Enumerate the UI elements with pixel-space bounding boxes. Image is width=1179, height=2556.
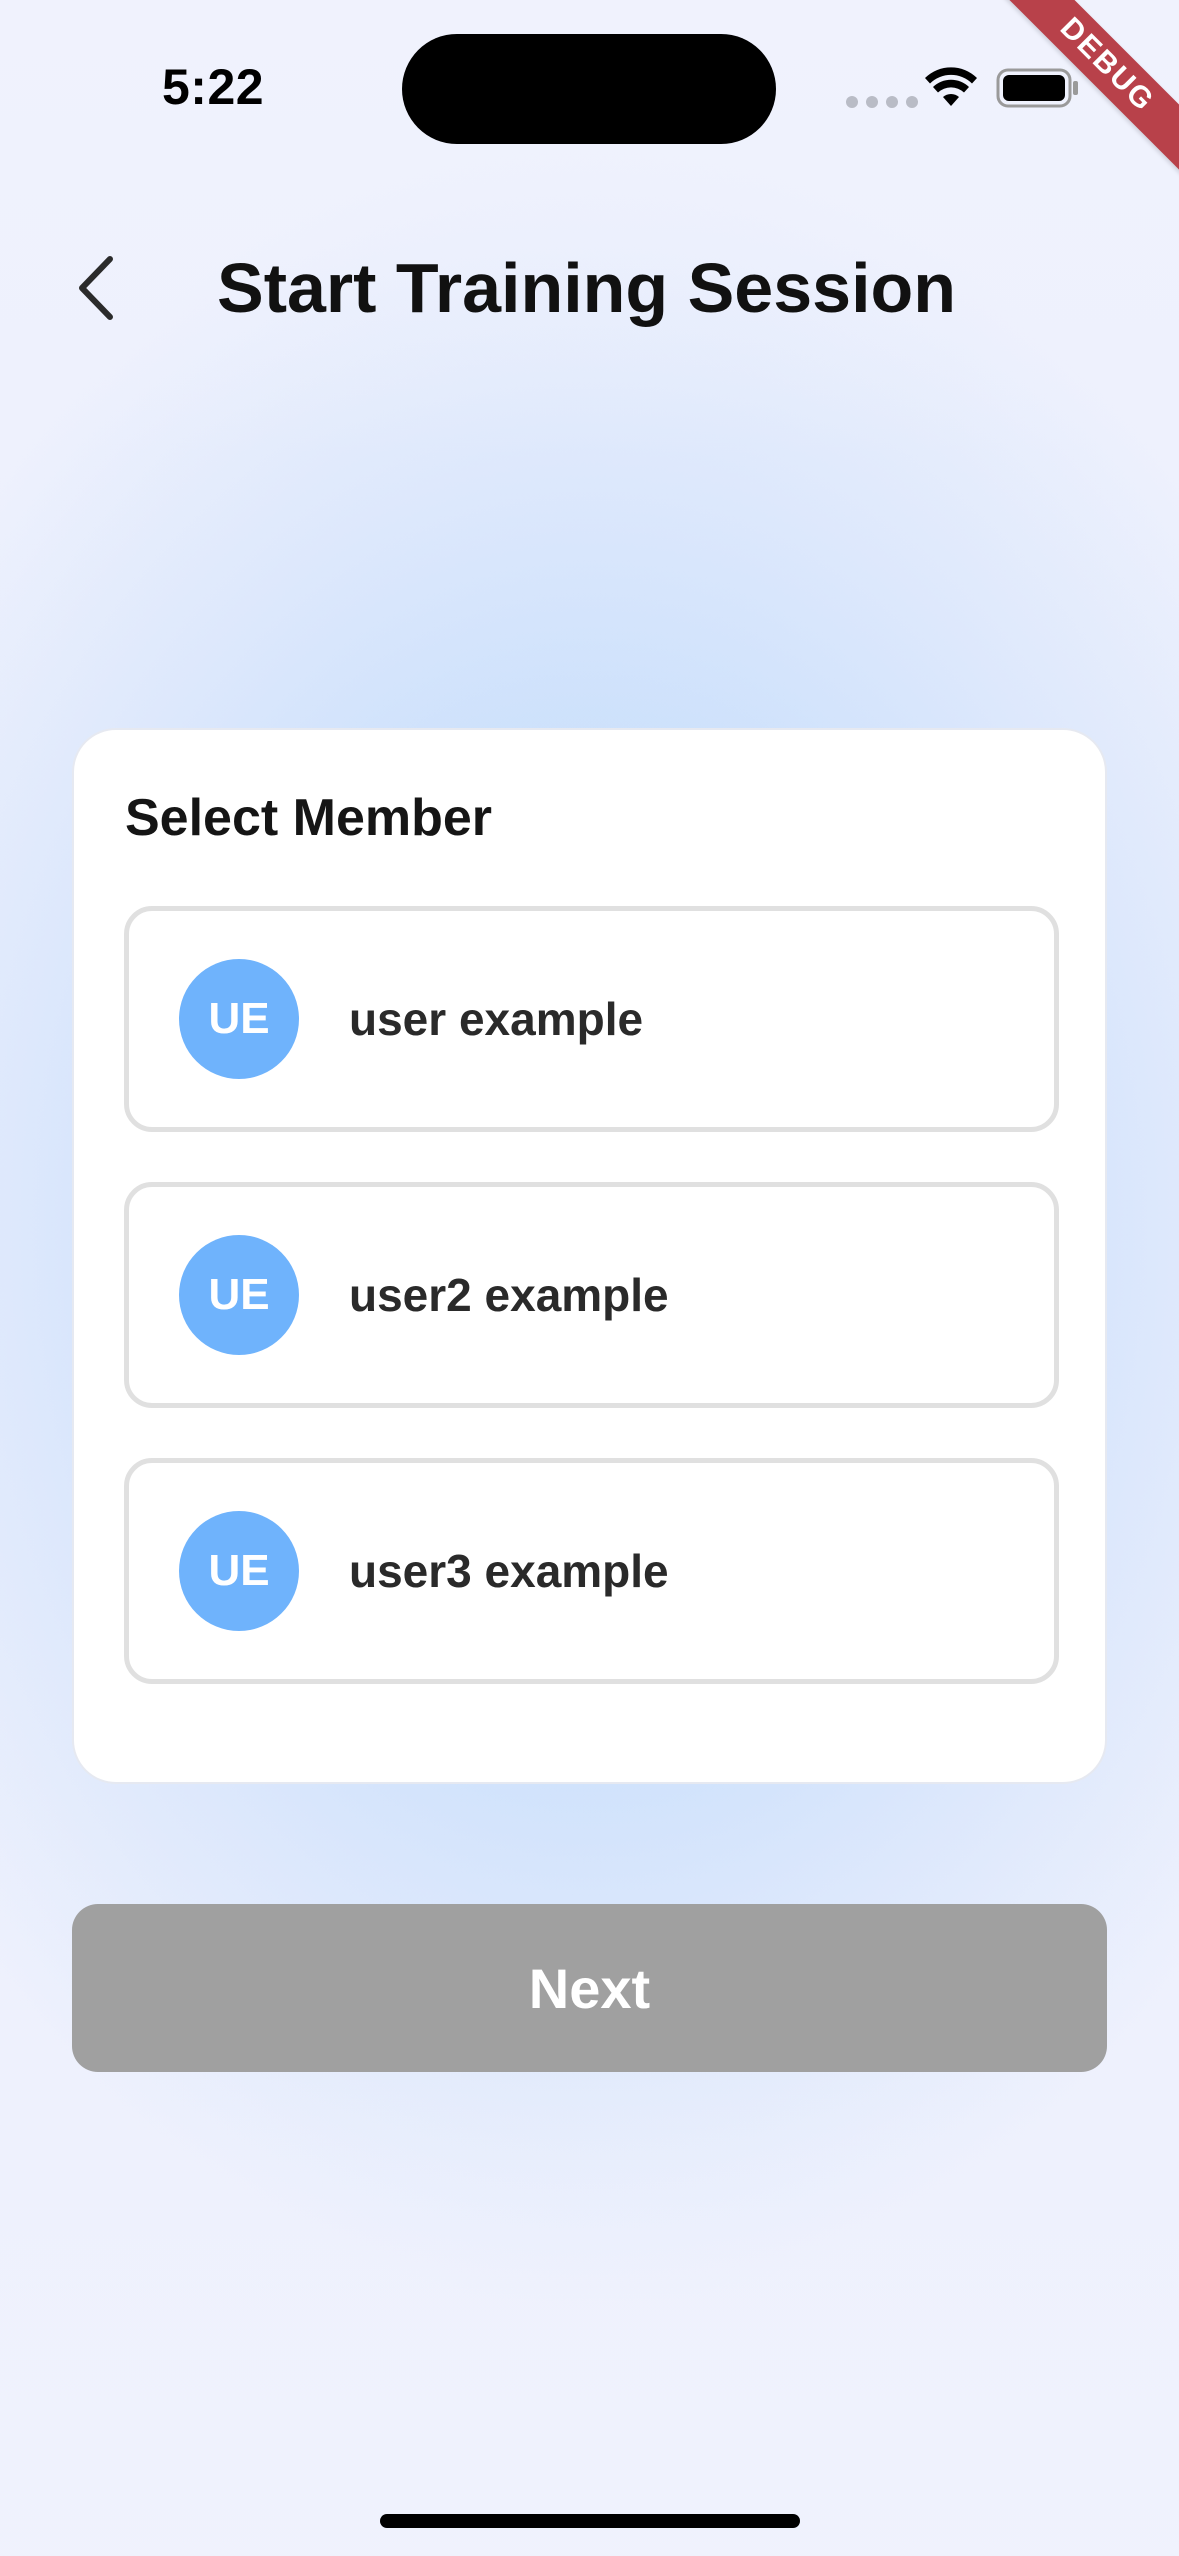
member-item[interactable]: UE user3 example	[124, 1458, 1059, 1684]
member-name: user example	[349, 993, 644, 1045]
battery-icon	[996, 68, 1078, 108]
home-indicator[interactable]	[380, 2514, 800, 2528]
status-time: 5:22	[162, 59, 265, 115]
page-title: Start Training Session	[217, 249, 957, 327]
dynamic-island	[402, 34, 776, 144]
member-name: user2 example	[349, 1269, 669, 1321]
signal-dots-icon	[846, 96, 918, 108]
back-button[interactable]	[56, 248, 136, 328]
avatar: UE	[179, 1235, 299, 1355]
card-title: Select Member	[125, 789, 493, 847]
wifi-icon	[925, 67, 977, 106]
avatar: UE	[179, 959, 299, 1079]
chevron-left-icon	[79, 256, 113, 320]
next-button[interactable]: Next	[72, 1904, 1107, 2072]
member-item[interactable]: UE user example	[124, 906, 1059, 1132]
select-member-card: Select Member UE user example UE user2 e…	[72, 728, 1107, 1784]
member-item[interactable]: UE user2 example	[124, 1182, 1059, 1408]
member-name: user3 example	[349, 1545, 669, 1597]
status-bar: 5:22	[0, 0, 1179, 170]
app-header: Start Training Session	[0, 220, 1179, 350]
member-list: UE user example UE user2 example UE user…	[124, 906, 1059, 1734]
avatar: UE	[179, 1511, 299, 1631]
